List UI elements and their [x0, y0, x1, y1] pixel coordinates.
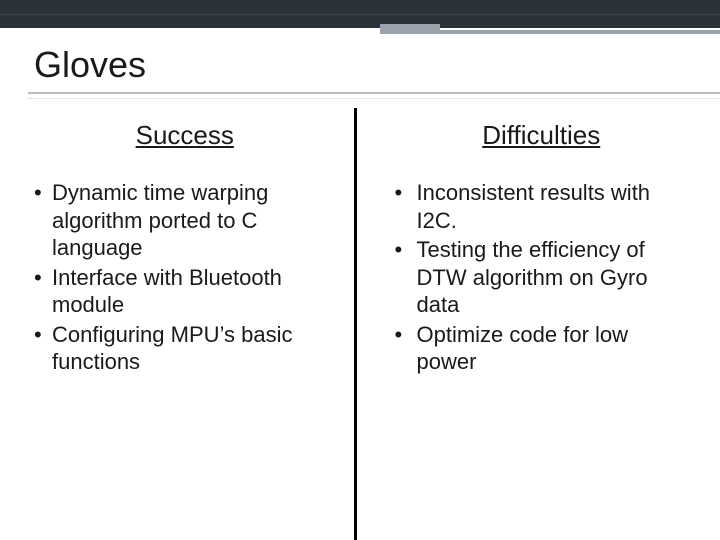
- title-underline: [28, 92, 720, 99]
- slide: Gloves Success Dynamic time warping algo…: [0, 0, 720, 540]
- list-item: Configuring MPU’s basic functions: [34, 321, 336, 376]
- slide-title: Gloves: [34, 44, 146, 86]
- list-item: Optimize code for low power: [391, 321, 693, 376]
- column-success: Success Dynamic time warping algorithm p…: [0, 108, 357, 540]
- top-accent-strip: [380, 30, 720, 34]
- list-item: Interface with Bluetooth module: [34, 264, 336, 319]
- content-area: Success Dynamic time warping algorithm p…: [0, 108, 720, 540]
- column-difficulties: Difficulties Inconsistent results with I…: [357, 108, 720, 540]
- heading-difficulties: Difficulties: [391, 120, 693, 151]
- success-list: Dynamic time warping algorithm ported to…: [34, 179, 336, 376]
- heading-success: Success: [34, 120, 336, 151]
- top-decor-band: [0, 0, 720, 28]
- list-item: Dynamic time warping algorithm ported to…: [34, 179, 336, 262]
- list-item: Testing the efficiency of DTW algorithm …: [391, 236, 693, 319]
- list-item: Inconsistent results with I2C.: [391, 179, 693, 234]
- difficulties-list: Inconsistent results with I2C. Testing t…: [391, 179, 693, 376]
